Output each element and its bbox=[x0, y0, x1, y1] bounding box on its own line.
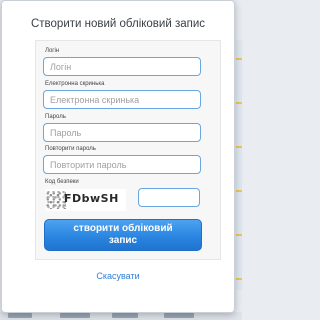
create-account-button-label: створити обліковий запис bbox=[73, 223, 173, 246]
captcha-label: Код безпеки bbox=[45, 179, 79, 185]
password-input[interactable] bbox=[43, 123, 201, 142]
create-account-button[interactable]: створити обліковий запис bbox=[44, 219, 202, 251]
captcha-noise bbox=[46, 191, 66, 209]
background-footer-link bbox=[164, 313, 194, 318]
captcha-input[interactable] bbox=[138, 188, 200, 207]
background-footer-link bbox=[8, 313, 32, 318]
captcha-code: FDbwSH bbox=[64, 192, 119, 205]
login-label: Логін bbox=[45, 48, 60, 54]
email-input[interactable] bbox=[43, 90, 201, 109]
password-repeat-label: Повторити пароль bbox=[45, 146, 96, 152]
background-footer-link bbox=[60, 313, 90, 318]
login-input[interactable] bbox=[43, 57, 201, 76]
background-page-footer bbox=[0, 312, 242, 320]
create-account-dialog: Створити новий обліковий запис Логін Еле… bbox=[1, 0, 235, 313]
background-footer-link bbox=[112, 313, 138, 318]
captcha-image: FDbwSH bbox=[46, 189, 126, 211]
dialog-title: Створити новий обліковий запис bbox=[30, 18, 206, 30]
background-page-edge bbox=[236, 40, 242, 290]
registration-form: Логін Електронна скринька Пароль Повтори… bbox=[35, 40, 221, 260]
password-label: Пароль bbox=[45, 114, 66, 120]
cancel-link[interactable]: Скасувати bbox=[2, 271, 234, 281]
password-repeat-input[interactable] bbox=[43, 155, 201, 174]
email-label: Електронна скринька bbox=[45, 81, 105, 87]
